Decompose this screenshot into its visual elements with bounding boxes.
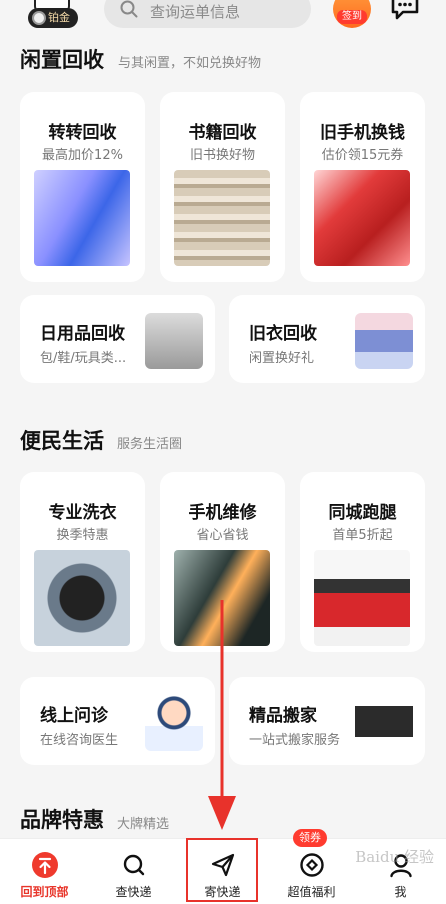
washing-machine-image (34, 550, 130, 646)
card-subtitle: 首单5折起 (332, 528, 393, 543)
member-badge-label: 铂金 (48, 11, 70, 24)
section-title-brand: 品牌特惠 (20, 808, 104, 832)
card-title: 同城跑腿 (328, 503, 397, 523)
courier-image (314, 550, 410, 646)
card-subtitle: 旧书换好物 (189, 148, 255, 163)
card-subtitle: 在线咨询医生 (40, 733, 119, 748)
red-phone-image (314, 170, 410, 266)
card-subtitle: 最高加价12% (42, 148, 123, 163)
section-title-recycle: 闲置回收 (20, 48, 104, 72)
section-title-life: 便民生活 (20, 429, 104, 453)
card-laundry[interactable]: 专业洗衣 换季特惠 (20, 472, 145, 652)
search-input[interactable]: 查询运单信息 (104, 0, 311, 28)
section-subtitle-recycle: 与其闲置，不如兑换好物 (118, 56, 262, 71)
card-errand-running[interactable]: 同城跑腿 首单5折起 (300, 472, 425, 652)
card-subtitle: 闲置换好礼 (249, 351, 315, 366)
card-title: 书籍回收 (188, 123, 257, 143)
card-title: 专业洗衣 (48, 503, 117, 523)
tab-label: 我 (394, 885, 407, 899)
card-subtitle: 换季特惠 (56, 528, 109, 543)
backpack-image (145, 313, 203, 369)
avatar[interactable]: 铂金 (26, 0, 80, 30)
section-subtitle-brand: 大牌精选 (117, 817, 170, 832)
signin-label: 签到 (337, 10, 367, 24)
tab-back-to-top[interactable]: 回到顶部 (0, 839, 89, 904)
books-image (174, 170, 270, 266)
card-title: 旧衣回收 (249, 324, 317, 344)
search-icon (123, 854, 145, 876)
card-subtitle: 省心省钱 (196, 528, 249, 543)
card-title: 手机维修 (188, 503, 257, 523)
phone-image (34, 170, 130, 266)
search-placeholder: 查询运单信息 (150, 3, 241, 21)
card-daily-goods-recycle[interactable]: 日用品回收 包/鞋/玩具类... (20, 295, 215, 383)
tab-welfare[interactable]: 领券 超值福利 (267, 829, 356, 904)
arrow-up-icon (32, 852, 58, 878)
signin-button[interactable]: 签到 (333, 0, 371, 28)
message-icon[interactable] (390, 0, 420, 22)
card-title: 线上问诊 (40, 706, 108, 726)
search-icon (120, 0, 138, 18)
top-bar: 铂金 查询运单信息 签到 (0, 0, 446, 38)
folded-clothes-image (355, 313, 413, 369)
card-title: 转转回收 (48, 123, 117, 143)
tab-label: 查快递 (115, 885, 152, 899)
watermark: Baidu 经验 (355, 848, 434, 866)
tab-label: 回到顶部 (20, 885, 69, 899)
card-clothes-recycle[interactable]: 旧衣回收 闲置换好礼 (229, 295, 425, 383)
annotation-arrow (208, 600, 236, 830)
card-title: 旧手机换钱 (320, 123, 405, 143)
card-old-phone-trade[interactable]: 旧手机换钱 估价领15元券 (300, 92, 425, 282)
card-subtitle: 估价领15元券 (321, 148, 404, 163)
card-title: 日用品回收 (40, 324, 125, 344)
tab-track-package[interactable]: 查快递 (89, 839, 178, 904)
card-moving-service[interactable]: 精品搬家 一站式搬家服务 (229, 677, 425, 765)
member-level-icon (32, 11, 46, 25)
section-subtitle-life: 服务生活圈 (117, 437, 183, 452)
coupon-badge: 领券 (293, 829, 327, 847)
card-subtitle: 包/鞋/玩具类... (40, 351, 127, 366)
target-icon (300, 853, 324, 877)
highlight-box (186, 838, 258, 902)
doctor-image (145, 695, 203, 751)
card-online-consultation[interactable]: 线上问诊 在线咨询医生 (20, 677, 215, 765)
member-badge: 铂金 (28, 8, 78, 28)
card-title: 精品搬家 (249, 706, 317, 726)
truck-image (355, 695, 413, 751)
card-zhuanzhuan-recycle[interactable]: 转转回收 最高加价12% (20, 92, 145, 282)
card-book-recycle[interactable]: 书籍回收 旧书换好物 (160, 92, 285, 282)
card-subtitle: 一站式搬家服务 (249, 733, 341, 748)
tab-label: 超值福利 (287, 885, 336, 899)
